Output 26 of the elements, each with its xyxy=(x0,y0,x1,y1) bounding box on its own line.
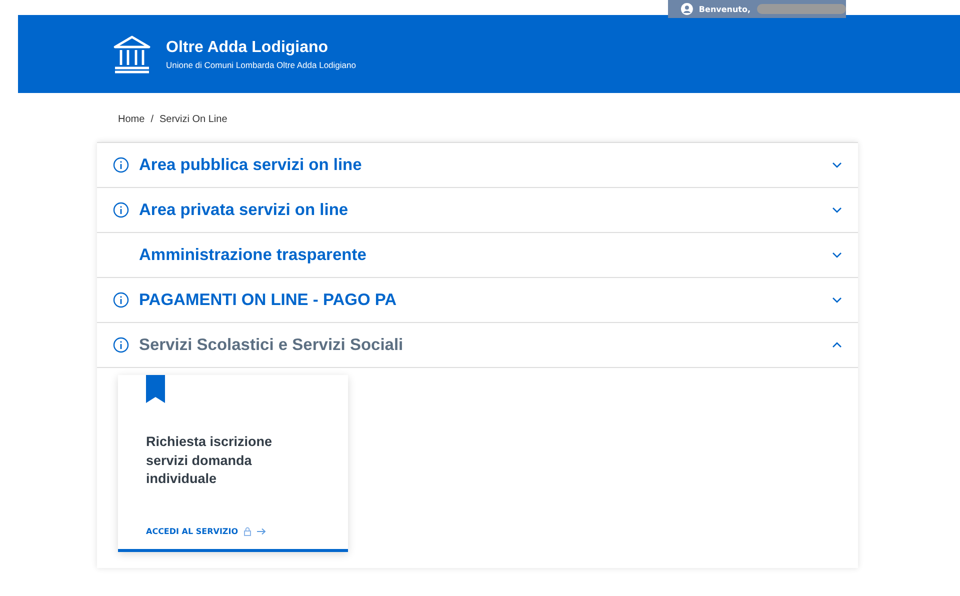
user-icon xyxy=(681,3,693,15)
breadcrumb-separator: / xyxy=(150,114,154,127)
building-icon xyxy=(112,34,152,74)
breadcrumb-link[interactable]: Home xyxy=(118,114,145,142)
greeting-text: Benvenuto, xyxy=(698,4,751,14)
chevron-icon xyxy=(832,205,842,215)
arrow-right-icon xyxy=(257,528,266,535)
access-service-link[interactable]: ACCEDI AL SERVIZIO xyxy=(146,527,348,536)
card-title: Richiesta iscrizione servizi domanda individuale xyxy=(146,433,274,488)
site-title[interactable]: Oltre Adda Lodigiano xyxy=(166,38,356,56)
accordion-title: Area pubblica servizi on line xyxy=(139,156,363,174)
accordion-header[interactable]: Area pubblica servizi on line xyxy=(97,143,858,188)
accordion-title: Servizi Scolastici e Servizi Sociali xyxy=(139,336,404,354)
chevron-icon xyxy=(832,295,842,305)
chevron-icon xyxy=(832,250,842,260)
accordion-title: PAGAMENTI ON LINE - PAGO PA xyxy=(139,290,398,310)
accordion-title: Area privata servizi on line xyxy=(139,200,350,220)
accordion-header[interactable]: Amministrazione trasparente xyxy=(97,233,858,278)
accordion-header[interactable]: Area privata servizi on line xyxy=(97,188,858,233)
chevron-icon xyxy=(832,340,842,350)
accordion-header[interactable]: Servizi Scolastici e Servizi Sociali xyxy=(97,323,858,368)
chevron-icon xyxy=(832,160,842,170)
breadcrumb-link[interactable]: Servizi On Line xyxy=(159,114,228,142)
site-subtitle: Unione di Comuni Lombarda Oltre Adda Lodigiano xyxy=(166,60,356,70)
accordion-header[interactable]: PAGAMENTI ON LINE - PAGO PA xyxy=(97,278,858,323)
accordion-title: Amministrazione trasparente xyxy=(139,246,368,264)
